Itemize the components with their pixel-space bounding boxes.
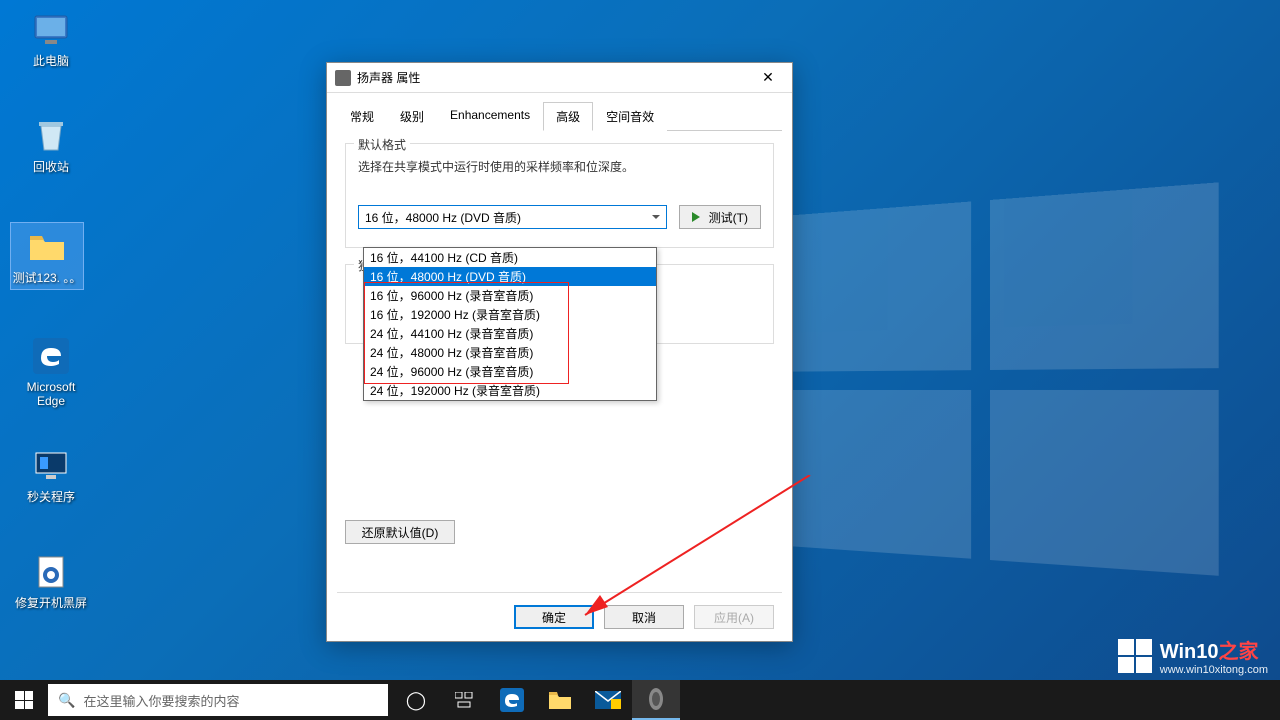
format-dropdown-list[interactable]: 16 位，44100 Hz (CD 音质) 16 位，48000 Hz (DVD… <box>363 247 657 401</box>
windows-logo-background <box>781 181 1241 600</box>
fix-boot-icon <box>31 552 71 592</box>
desktop-icon-recycle-bin[interactable]: 回收站 <box>14 116 88 174</box>
default-format-group: 默认格式 选择在共享模式中运行时使用的采样频率和位深度。 16 位，48000 … <box>345 143 774 248</box>
folder-icon <box>27 227 67 267</box>
desktop-icon-this-pc[interactable]: 此电脑 <box>14 10 88 68</box>
watermark-line1: Win10之家 <box>1160 635 1268 664</box>
icon-label: 测试123. 。。 <box>11 271 83 285</box>
start-button[interactable] <box>0 680 48 720</box>
tab-general[interactable]: 常规 <box>337 102 387 131</box>
tab-bar: 常规 级别 Enhancements 高级 空间音效 <box>337 101 782 131</box>
search-placeholder: 在这里输入你要搜索的内容 <box>83 691 239 710</box>
separator <box>337 592 782 593</box>
format-option[interactable]: 16 位，48000 Hz (DVD 音质) <box>364 267 656 286</box>
format-option[interactable]: 16 位，44100 Hz (CD 音质) <box>364 248 656 267</box>
desktop-icon-fix-boot[interactable]: 修复开机黑屏 <box>14 552 88 610</box>
format-combobox[interactable]: 16 位，48000 Hz (DVD 音质) <box>358 205 667 229</box>
taskbar-mail-icon[interactable] <box>584 680 632 720</box>
format-option[interactable]: 24 位，96000 Hz (录音室音质) <box>364 362 656 381</box>
icon-label: 修复开机黑屏 <box>14 596 88 610</box>
watermark: Win10之家 www.win10xitong.com <box>1118 635 1268 676</box>
tab-spatial[interactable]: 空间音效 <box>593 102 667 131</box>
icon-label: 此电脑 <box>14 54 88 68</box>
tab-advanced[interactable]: 高级 <box>543 102 593 131</box>
close-button[interactable]: ✕ <box>748 65 788 91</box>
desktop-icon-sec-close[interactable]: 秒关程序 <box>14 446 88 504</box>
format-option[interactable]: 16 位，192000 Hz (录音室音质) <box>364 305 656 324</box>
test-button[interactable]: 测试(T) <box>679 205 761 229</box>
combo-selected-text: 16 位，48000 Hz (DVD 音质) <box>365 209 521 226</box>
test-button-label: 测试(T) <box>709 209 748 226</box>
sec-close-icon <box>31 446 71 486</box>
icon-label: 秒关程序 <box>14 490 88 504</box>
cancel-button[interactable]: 取消 <box>604 605 684 629</box>
taskbar-sound-icon[interactable] <box>632 680 680 720</box>
dialog-button-row: 确定 取消 应用(A) <box>514 605 774 629</box>
tab-enhancements[interactable]: Enhancements <box>437 102 543 131</box>
apply-button[interactable]: 应用(A) <box>694 605 774 629</box>
cortana-icon[interactable]: ◯ <box>392 680 440 720</box>
taskbar-search[interactable]: 🔍 在这里输入你要搜索的内容 <box>48 684 388 716</box>
taskbar-explorer-icon[interactable] <box>536 680 584 720</box>
format-description: 选择在共享模式中运行时使用的采样频率和位深度。 <box>358 158 761 175</box>
group-legend: 默认格式 <box>354 136 410 153</box>
restore-defaults-button[interactable]: 还原默认值(D) <box>345 520 455 544</box>
ok-button[interactable]: 确定 <box>514 605 594 629</box>
tab-levels[interactable]: 级别 <box>387 102 437 131</box>
icon-label: Microsoft Edge <box>14 380 88 409</box>
watermark-line2: www.win10xitong.com <box>1160 664 1268 676</box>
search-icon: 🔍 <box>58 692 75 709</box>
icon-label: 回收站 <box>14 160 88 174</box>
this-pc-icon <box>31 10 71 50</box>
format-option[interactable]: 16 位，96000 Hz (录音室音质) <box>364 286 656 305</box>
format-option[interactable]: 24 位，44100 Hz (录音室音质) <box>364 324 656 343</box>
play-icon <box>692 212 705 222</box>
taskbar: 🔍 在这里输入你要搜索的内容 ◯ <box>0 680 1280 720</box>
task-view-icon[interactable] <box>440 680 488 720</box>
desktop-icon-folder-test[interactable]: 测试123. 。。 <box>10 222 84 290</box>
format-option[interactable]: 24 位，192000 Hz (录音室音质) <box>364 381 656 400</box>
format-option[interactable]: 24 位，48000 Hz (录音室音质) <box>364 343 656 362</box>
speaker-icon <box>335 70 351 86</box>
edge-icon <box>31 336 71 376</box>
watermark-win-icon <box>1118 639 1152 673</box>
desktop-icon-edge[interactable]: Microsoft Edge <box>14 336 88 409</box>
window-title: 扬声器 属性 <box>357 69 748 86</box>
taskbar-edge-icon[interactable] <box>488 680 536 720</box>
titlebar[interactable]: 扬声器 属性 ✕ <box>327 63 792 93</box>
recycle-bin-icon <box>31 116 71 156</box>
